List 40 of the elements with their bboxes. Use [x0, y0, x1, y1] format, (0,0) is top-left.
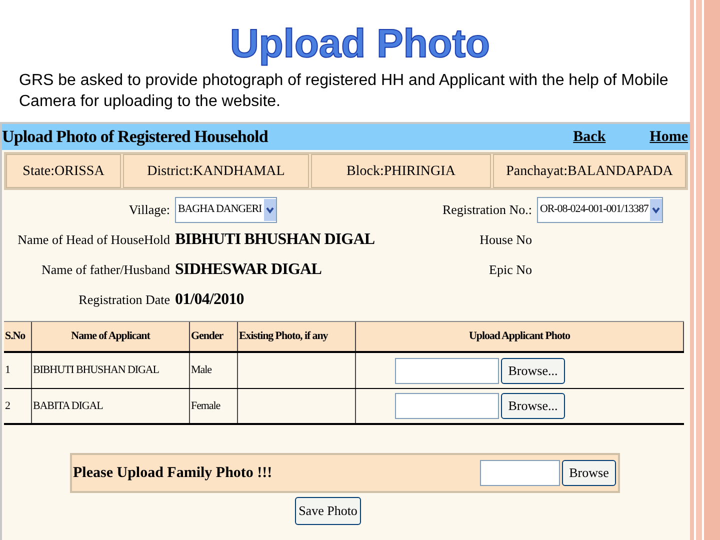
- field-label: Name of Head of HouseHold: [16, 231, 170, 250]
- column-header: Gender: [190, 322, 238, 351]
- table-cell-text: Female: [191, 398, 220, 414]
- column-header: Existing Photo, if any: [238, 322, 356, 351]
- browse-button[interactable]: Browse...: [501, 393, 565, 419]
- table-cell-text: BABITA DIGAL: [33, 398, 103, 414]
- browse-button[interactable]: Browse...: [501, 358, 565, 384]
- field-label: House No: [478, 231, 532, 250]
- table-cell-text: Male: [191, 363, 212, 378]
- column-header: S.No: [4, 322, 32, 351]
- field-label: Name of father/Husband: [40, 261, 170, 280]
- field-value: SIDHESWAR DIGAL: [175, 260, 322, 280]
- field-label: Village:: [128, 200, 170, 219]
- table-cell-text: 2: [5, 398, 10, 414]
- save-photo-button[interactable]: Save Photo: [295, 497, 361, 525]
- table-cell-text: 1: [5, 363, 10, 378]
- field-value: 01/04/2010: [175, 290, 244, 310]
- field-label: Registration No.:: [441, 200, 532, 219]
- location-cell: District:KANDHAMAL: [123, 154, 309, 188]
- dropdown-select[interactable]: OR-08-024-001-001/13387: [537, 196, 664, 222]
- file-path-field[interactable]: [395, 393, 500, 419]
- file-path-field[interactable]: [480, 460, 560, 486]
- family-photo-label: Please Upload Family Photo !!!: [72, 464, 274, 483]
- page-title: Upload Photo of Registered Household: [2, 126, 270, 148]
- nav-link[interactable]: Home: [650, 126, 688, 148]
- field-label: Registration Date: [78, 291, 170, 310]
- location-cell: Panchayat:BALANDAPADA: [493, 154, 686, 188]
- slide-title: Upload Photo: [230, 22, 490, 66]
- field-value: BIBHUTI BHUSHAN DIGAL: [175, 230, 375, 250]
- column-header: Name of Applicant: [32, 322, 190, 351]
- location-cell: State:ORISSA: [6, 154, 121, 188]
- field-label: Epic No: [488, 261, 532, 280]
- column-header: Upload Applicant Photo: [356, 322, 684, 351]
- table-cell-text: BIBHUTI BHUSHAN DIGAL: [33, 363, 159, 378]
- dropdown-select[interactable]: BAGHA DANGERI: [175, 196, 277, 222]
- browse-button[interactable]: Browse: [562, 460, 616, 486]
- slide-text: GRS be asked to provide photograph of registered HH and Applicant with the help of Mobile Camera for uploading to the website.: [18, 71, 670, 112]
- file-path-field[interactable]: [395, 358, 500, 384]
- location-cell: Block:PHIRINGIA: [311, 154, 491, 188]
- nav-link[interactable]: Back: [573, 126, 606, 148]
